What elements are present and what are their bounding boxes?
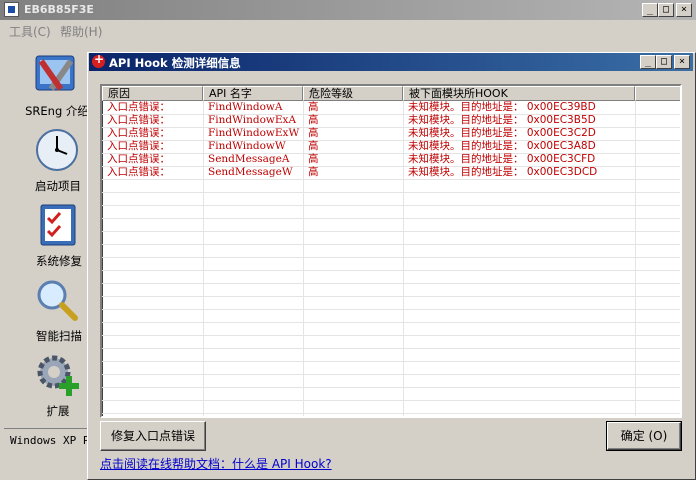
help-link[interactable]: 点击阅读在线帮助文档：什么是 API Hook? <box>100 455 332 472</box>
app-icon <box>4 2 19 17</box>
row-reason: 入口点错误： <box>107 140 170 152</box>
menu-tools[interactable]: 工具(C) <box>9 23 51 40</box>
row-reason: 入口点错误： <box>107 166 170 178</box>
row-module: 未知模块。目的地址是： 0x00EC3A8D <box>408 140 596 152</box>
grid-row-line <box>102 244 680 245</box>
row-level: 高 <box>308 127 319 139</box>
gear-plus-icon <box>37 355 79 396</box>
fix-entry-point-button[interactable]: 修复入口点错误 <box>100 421 206 451</box>
row-api: FindWindowExA <box>208 114 297 126</box>
dialog-close-button[interactable]: × <box>674 55 690 69</box>
row-module: 未知模块。目的地址是： 0x00EC3DCD <box>408 166 598 178</box>
row-api: SendMessageW <box>208 166 293 178</box>
column-header-empty <box>635 86 680 101</box>
column-header-level[interactable]: 危险等级 <box>303 86 403 101</box>
sidebar-item-sreng[interactable] <box>34 52 78 99</box>
grid-row-line <box>102 387 680 388</box>
row-reason: 入口点错误： <box>107 153 170 165</box>
table-row[interactable]: 入口点错误： SendMessageW 高 未知模块。目的地址是： 0x00EC… <box>102 166 680 179</box>
row-level: 高 <box>308 140 319 152</box>
column-header-reason[interactable]: 原因 <box>102 86 203 101</box>
grid-row-line <box>102 348 680 349</box>
main-title-bar <box>0 0 696 20</box>
grid-row-line <box>102 374 680 375</box>
grid-row-line <box>102 283 680 284</box>
grid-row-line <box>102 413 680 414</box>
magnifier-icon <box>37 280 78 321</box>
grid-row-line <box>102 400 680 401</box>
dialog-title: API Hook 检测详细信息 <box>109 56 241 70</box>
grid-row-line <box>102 309 680 310</box>
grid-row-line <box>102 270 680 271</box>
grid-row-line <box>102 218 680 219</box>
row-module: 未知模块。目的地址是： 0x00EC3CFD <box>408 153 596 165</box>
row-api: SendMessageA <box>208 153 290 165</box>
sidebar-item-scan[interactable] <box>35 278 79 325</box>
row-module: 未知模块。目的地址是： 0x00EC3C2D <box>408 127 596 139</box>
sidebar-item-repair[interactable] <box>37 203 81 250</box>
maximize-button[interactable]: □ <box>658 3 674 17</box>
grid-row-line <box>102 296 680 297</box>
tools-icon <box>35 55 75 91</box>
row-level: 高 <box>308 166 319 178</box>
checklist-icon <box>40 204 76 246</box>
grid-row-line <box>102 192 680 193</box>
grid-row-line <box>102 205 680 206</box>
ok-button[interactable]: 确定 (O) <box>607 422 681 450</box>
table-row[interactable]: 入口点错误： FindWindowW 高 未知模块。目的地址是： 0x00EC3… <box>102 140 680 153</box>
table-row[interactable]: 入口点错误： FindWindowA 高 未知模块。目的地址是： 0x00EC3… <box>102 101 680 114</box>
row-level: 高 <box>308 114 319 126</box>
sidebar-item-extend[interactable] <box>36 354 80 401</box>
grid-row-line <box>102 257 680 258</box>
hook-list-view[interactable]: 原因 API 名字 危险等级 被下面模块所HOOK 入口点错误： FindWin… <box>100 84 682 418</box>
dialog-minimize-button[interactable]: _ <box>640 55 656 69</box>
grid-row-line <box>102 322 680 323</box>
row-api: FindWindowA <box>208 101 283 113</box>
row-module: 未知模块。目的地址是： 0x00EC3B5D <box>408 114 596 126</box>
dialog-maximize-button[interactable]: □ <box>656 55 672 69</box>
table-row[interactable]: 入口点错误： SendMessageA 高 未知模块。目的地址是： 0x00EC… <box>102 153 680 166</box>
row-reason: 入口点错误： <box>107 127 170 139</box>
minimize-button[interactable]: _ <box>642 3 658 17</box>
grid-row-line <box>102 335 680 336</box>
table-row[interactable]: 入口点错误： FindWindowExA 高 未知模块。目的地址是： 0x00E… <box>102 114 680 127</box>
grid-row-line <box>102 231 680 232</box>
row-level: 高 <box>308 153 319 165</box>
main-window-title: EB6B85F3E <box>24 3 94 16</box>
clock-icon <box>36 129 78 171</box>
column-header-api[interactable]: API 名字 <box>203 86 303 101</box>
menu-bar <box>0 20 696 40</box>
menu-help[interactable]: 帮助(H) <box>60 23 102 40</box>
status-text: Windows XP P <box>10 434 90 447</box>
hook-alert-icon <box>92 52 105 68</box>
row-api: FindWindowExW <box>208 127 300 139</box>
column-header-module[interactable]: 被下面模块所HOOK <box>403 86 635 101</box>
sidebar-item-startup[interactable] <box>35 128 79 175</box>
close-button[interactable]: × <box>676 3 692 17</box>
row-api: FindWindowW <box>208 140 286 152</box>
row-level: 高 <box>308 101 319 113</box>
grid-row-line <box>102 361 680 362</box>
row-module: 未知模块。目的地址是： 0x00EC39BD <box>408 101 596 113</box>
table-row[interactable]: 入口点错误： FindWindowExW 高 未知模块。目的地址是： 0x00E… <box>102 127 680 140</box>
row-reason: 入口点错误： <box>107 114 170 126</box>
row-reason: 入口点错误： <box>107 101 170 113</box>
grid-row-line <box>102 179 680 180</box>
